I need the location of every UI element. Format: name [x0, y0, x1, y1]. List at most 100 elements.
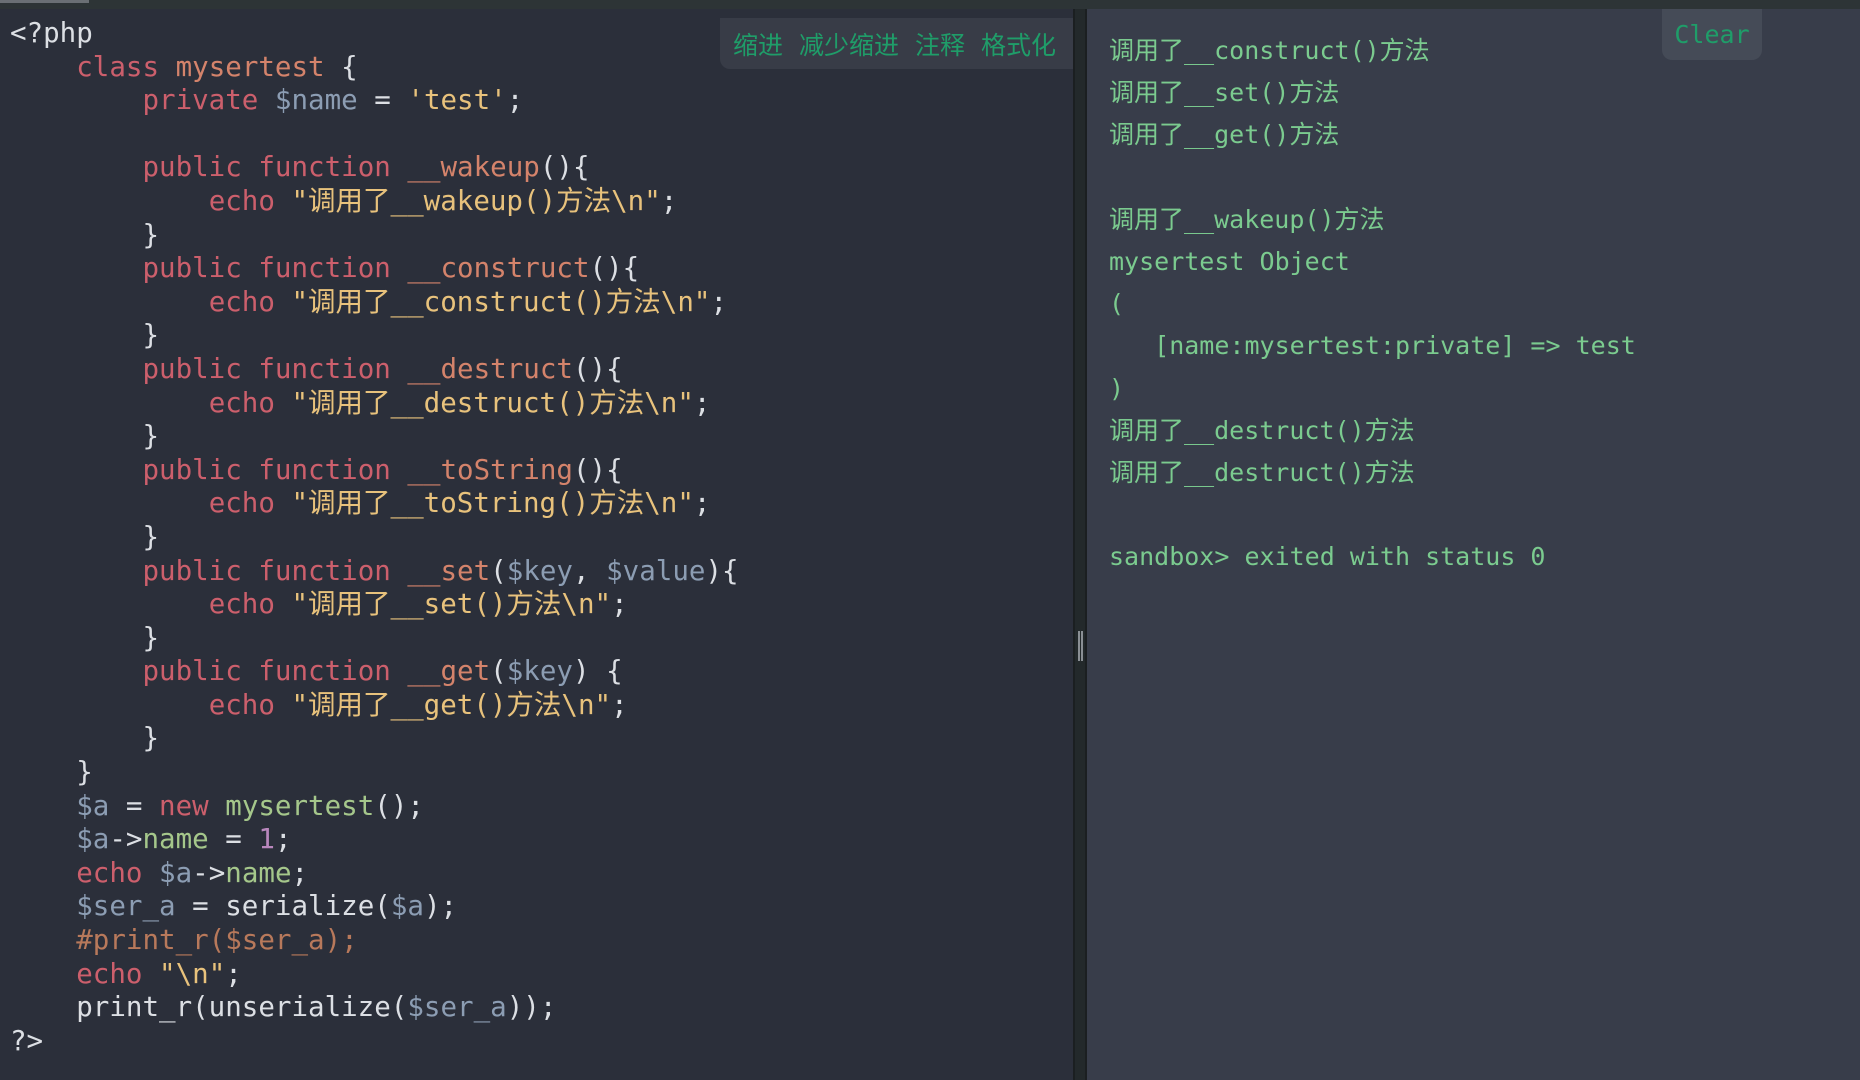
function-name: __wakeup	[407, 151, 540, 184]
code-line: $ser_a = serialize($a);	[10, 890, 739, 924]
editor-toolbar: 缩进 减少缩进 注释 格式化	[720, 18, 1073, 69]
code-text: ;	[506, 84, 524, 117]
variable: $value	[606, 554, 706, 587]
variable: $ser_a	[407, 991, 507, 1024]
comment: #print_r($ser_a);	[76, 924, 358, 957]
code-line: }	[10, 219, 739, 253]
code-text: }	[10, 520, 160, 553]
code-line: private $name = 'test';	[10, 84, 739, 118]
code-line: }	[10, 319, 739, 353]
keyword: echo	[208, 688, 275, 721]
string-literal: 'test'	[407, 84, 507, 117]
property: name	[225, 856, 292, 889]
clear-button[interactable]: Clear	[1662, 9, 1762, 60]
string-literal: "调用了__set()方法\n"	[291, 588, 612, 621]
output-line: sandbox> exited with status 0	[1109, 542, 1546, 572]
outdent-button[interactable]: 减少缩进	[799, 26, 899, 62]
code-line: $a->name = 1;	[10, 823, 739, 857]
code-text: }	[10, 420, 160, 453]
code-text: ;	[660, 184, 678, 217]
code-text: ;	[274, 823, 292, 856]
keyword: function	[258, 352, 391, 385]
function-name: mysertest	[175, 50, 325, 83]
output-line: (	[1109, 289, 1125, 319]
output-line: [name:mysertest:private] => test	[1109, 331, 1636, 361]
code-text: {	[324, 50, 358, 83]
keyword: public	[142, 352, 242, 385]
output-line: 调用了__construct()方法	[1109, 36, 1430, 65]
keyword: echo	[208, 487, 275, 520]
string-literal: "调用了__wakeup()方法\n"	[291, 184, 661, 217]
code-text: ;	[611, 588, 628, 621]
keyword: public	[142, 252, 242, 285]
code-text: }	[10, 722, 160, 755]
code-line: <?php	[10, 17, 739, 51]
code-line: public function __destruct(){	[10, 353, 739, 387]
string-literal: "调用了__destruct()方法\n"	[291, 386, 694, 419]
code-content[interactable]: <?php class mysertest { private $name = …	[10, 17, 739, 1058]
keyword: class	[76, 50, 160, 83]
code-line: echo "调用了__wakeup()方法\n";	[10, 185, 739, 219]
output-line: 调用了__wakeup()方法	[1109, 204, 1385, 234]
variable: $key	[506, 655, 573, 688]
code-text: <?php	[10, 17, 93, 49]
indent-button[interactable]: 缩进	[733, 26, 783, 62]
format-button[interactable]: 格式化	[981, 26, 1056, 62]
code-text: }	[10, 218, 160, 251]
keyword: new	[159, 789, 209, 822]
pane-resize-handle[interactable]	[1073, 9, 1087, 1080]
function-name: __destruct	[407, 352, 573, 385]
code-line: public function __toString(){	[10, 454, 739, 488]
code-text: =	[208, 823, 259, 856]
output-panel: 调用了__construct()方法 调用了__set()方法 调用了__get()…	[1087, 9, 1860, 1080]
top-bar	[0, 0, 1860, 9]
code-text: (){	[589, 252, 640, 285]
output-line: 调用了__get()方法	[1109, 120, 1340, 150]
variable: $a	[159, 856, 193, 889]
variable: $ser_a	[76, 890, 176, 923]
variable: $key	[506, 554, 573, 587]
code-text: ));	[506, 991, 557, 1024]
string-literal: "\n"	[159, 957, 226, 990]
code-text: ;	[225, 957, 242, 990]
output-line: 调用了__destruct()方法	[1109, 457, 1415, 487]
code-line: echo "调用了__destruct()方法\n";	[10, 387, 739, 421]
code-text: ;	[693, 386, 711, 419]
code-text: (	[490, 655, 507, 688]
code-text: }	[10, 621, 160, 654]
keyword: echo	[208, 184, 275, 217]
code-editor[interactable]: <?php class mysertest { private $name = …	[0, 9, 1073, 1080]
code-line: echo $a->name;	[10, 857, 739, 891]
comment-button[interactable]: 注释	[915, 26, 965, 62]
output-line: 调用了__set()方法	[1109, 78, 1340, 108]
function-name: __set	[407, 554, 491, 587]
code-text: print_r(unserialize(	[10, 991, 408, 1024]
code-line: public function __set($key, $value){	[10, 554, 738, 589]
output-line: mysertest Object	[1109, 246, 1350, 276]
code-line: echo "调用了__construct()方法\n";	[10, 286, 739, 320]
